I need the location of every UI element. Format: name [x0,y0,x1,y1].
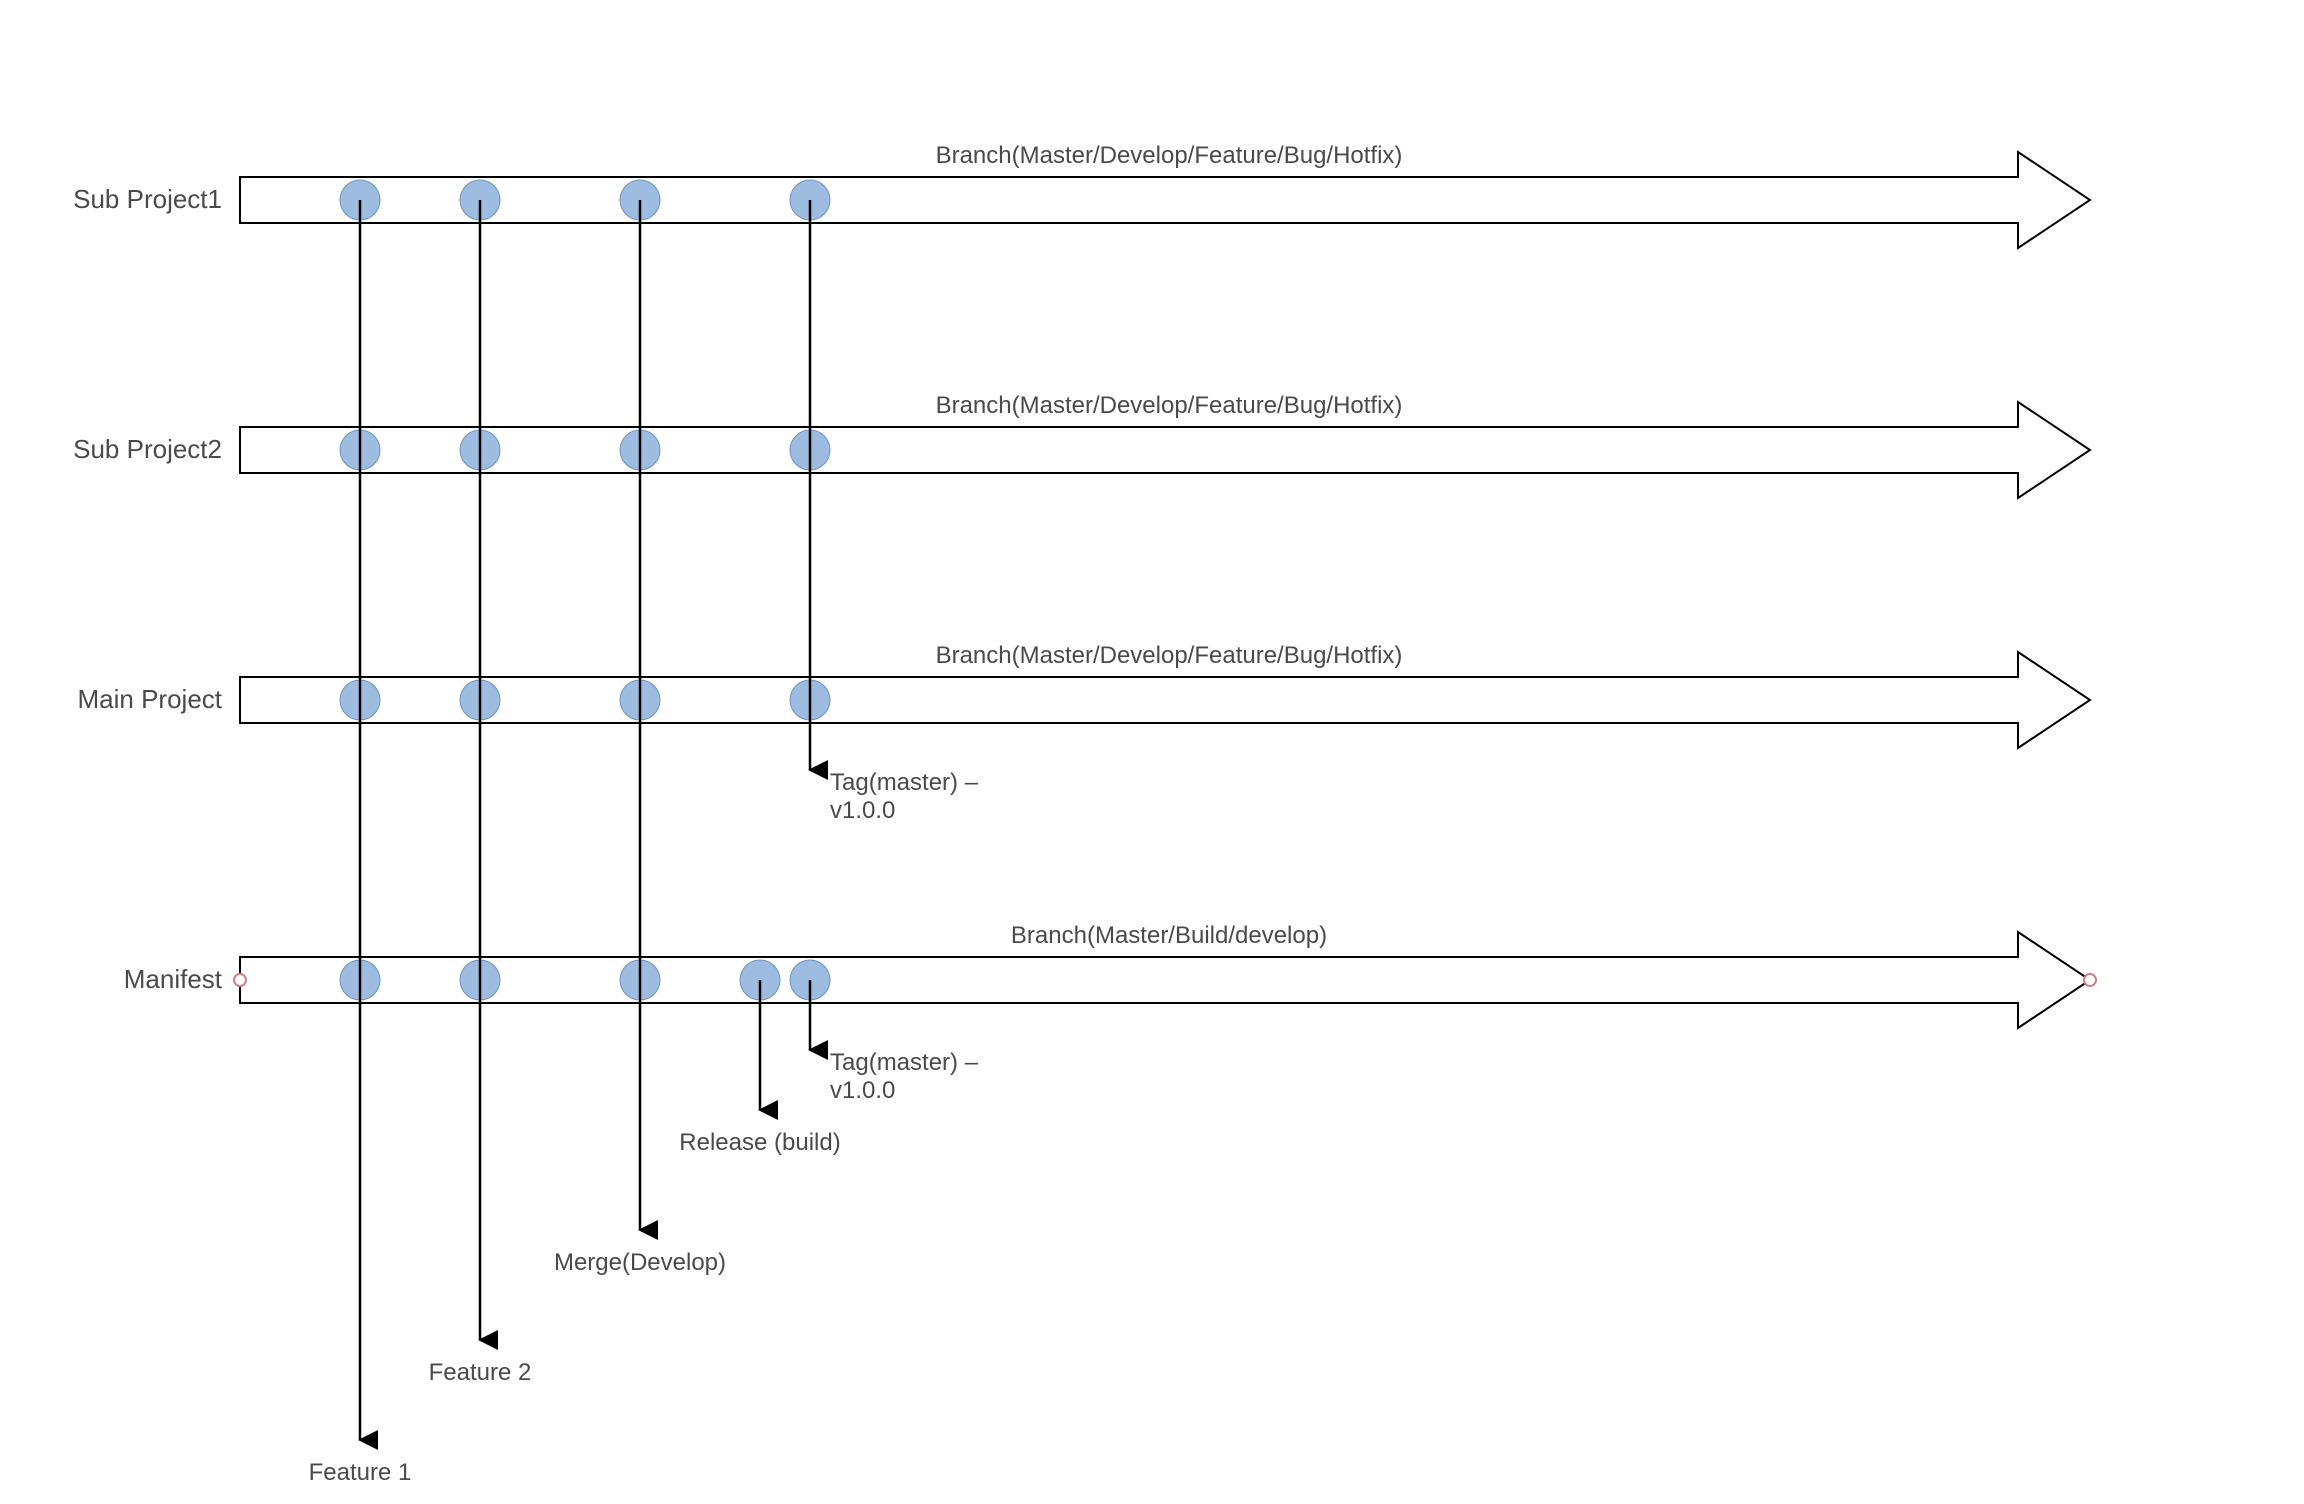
lane-main-branch-label: Branch(Master/Develop/Feature/Bug/Hotfix… [936,642,1403,669]
connector-feat2: Feature 2 [429,200,532,1386]
lane-sub1-label: Sub Project1 [73,184,222,214]
lane-main-label: Main Project [78,684,223,714]
lane-sub2-branch-label: Branch(Master/Develop/Feature/Bug/Hotfix… [936,392,1403,419]
connector-merge: Merge(Develop) [554,200,726,1276]
lane-sub2-label: Sub Project2 [73,434,222,464]
connector-tag-main-label: Tag(master) –v1.0.0 [830,769,979,824]
connector-release-label: Release (build) [679,1129,840,1156]
lane-manifest-label: Manifest [124,964,223,994]
connector-feat2-label: Feature 2 [429,1359,532,1386]
connector-tag-man-label: Tag(master) –v1.0.0 [830,1049,979,1104]
lane-sub1-branch-label: Branch(Master/Develop/Feature/Bug/Hotfix… [936,142,1403,169]
connector-feat1-label: Feature 1 [309,1459,412,1486]
lane-manifest-branch-label: Branch(Master/Build/develop) [1011,922,1327,949]
connector-release: Release (build) [679,980,840,1156]
lane-main: Main Project Branch(Master/Develop/Featur… [78,642,2091,748]
connector-tag-main: Tag(master) –v1.0.0 [810,200,979,824]
lane-sub1: Sub Project1 Branch(Master/Develop/Featur… [73,142,2090,248]
connector-merge-label: Merge(Develop) [554,1249,726,1276]
lane-manifest: Manifest Branch(Master/Build/develop) [124,922,2096,1028]
branch-diagram: Sub Project1 Branch(Master/Develop/Featur… [0,0,2304,1504]
connector-feat1: Feature 1 [309,200,412,1486]
lane-manifest-ring-right [2084,974,2096,986]
lane-manifest-ring-left [234,974,246,986]
lane-sub2: Sub Project2 Branch(Master/Develop/Featur… [73,392,2090,498]
